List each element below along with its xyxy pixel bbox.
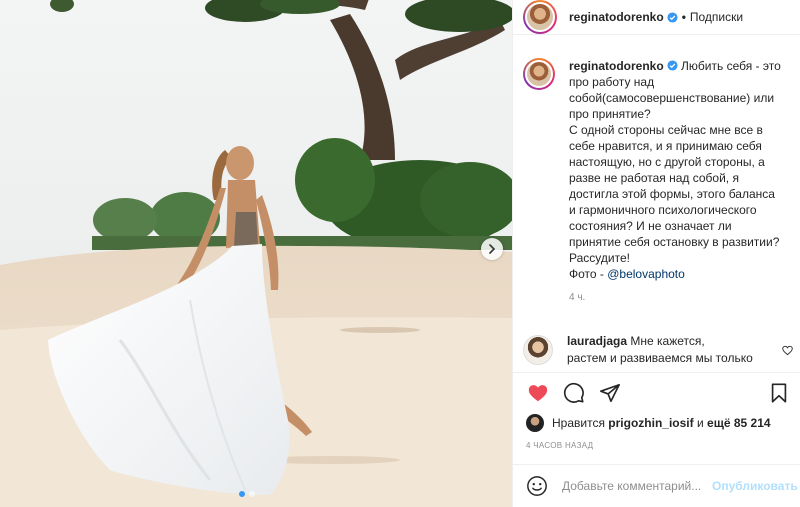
following-button[interactable]: Подписки (690, 10, 743, 24)
caption-body: reginatodorenko Любить себя - это про ра… (569, 58, 787, 306)
next-photo-button[interactable] (481, 238, 503, 260)
author-username[interactable]: reginatodorenko (569, 10, 664, 24)
like-button[interactable] (526, 381, 550, 405)
likes-prefix: Нравится (552, 416, 605, 430)
post-actions-bar (513, 372, 800, 412)
post-caption: reginatodorenko Любить себя - это про ра… (513, 58, 800, 306)
small-heart-icon[interactable] (782, 345, 793, 356)
post-timestamp[interactable]: 4 ЧАСОВ НАЗАД (526, 441, 593, 450)
caption-author-username[interactable]: reginatodorenko (569, 59, 664, 73)
instagram-post-view: reginatodorenko • Подписки reginatodoren… (0, 0, 800, 507)
heart-icon (528, 384, 548, 401)
photo-credit: Фото - @belovaphoto (569, 266, 787, 282)
chevron-right-icon (489, 244, 496, 254)
beach-photo-image (0, 0, 512, 507)
verified-icon (667, 60, 678, 71)
carousel-dot-1 (239, 491, 245, 497)
caption-text-line: собой(самосовершенствование) или (569, 91, 775, 105)
carousel-indicator (239, 491, 255, 497)
comment-text-line: Мне кажется, (630, 334, 705, 348)
caption-author-avatar[interactable] (523, 58, 555, 90)
add-comment-bar: Опубликовать (513, 464, 800, 507)
liker-username[interactable]: prigozhin_iosif (608, 416, 693, 430)
caption-text-line: про принятие? (569, 107, 651, 121)
liker-avatar[interactable] (526, 414, 544, 432)
carousel-dot-2 (249, 491, 255, 497)
post-side-panel: reginatodorenko • Подписки reginatodoren… (512, 0, 800, 507)
caption-text-line: про работу над (569, 75, 655, 89)
caption-text-line: Любить себя - это (681, 59, 781, 73)
caption-text-line: С одной стороны сейчас мне все в (569, 123, 763, 137)
share-icon (600, 383, 620, 402)
caption-text-line: принятие себя остановку в развитии? (569, 235, 780, 249)
photo-credit-prefix: Фото - (569, 267, 608, 281)
commenter-avatar[interactable] (523, 335, 553, 365)
header-separator: • (681, 10, 686, 24)
publish-button[interactable]: Опубликовать (712, 479, 798, 493)
bookmark-icon (771, 382, 787, 403)
comments-area[interactable]: reginatodorenko Любить себя - это про ра… (513, 58, 800, 370)
photographer-mention-link[interactable]: @belovaphoto (607, 267, 685, 281)
save-button[interactable] (767, 381, 791, 405)
caption-text-line: достигла этой формы, этого баланса (569, 187, 775, 201)
comment-text-line: растем и развиваемся мы только (567, 351, 753, 365)
likes-summary[interactable]: Нравится prigozhin_iosif и ещё 85 214 (526, 414, 771, 432)
comment-button[interactable] (562, 381, 586, 405)
comment-body: lauradjaga Мне кажется, растем и развива… (567, 333, 767, 367)
emoji-icon[interactable] (526, 475, 548, 497)
comment-icon (563, 382, 584, 403)
commenter-username[interactable]: lauradjaga (567, 334, 627, 348)
caption-text-line: и гармоничного психологического (569, 203, 757, 217)
likes-count[interactable]: ещё 85 214 (707, 416, 771, 430)
share-button[interactable] (598, 381, 622, 405)
comment-input[interactable] (562, 479, 708, 493)
caption-first-line: reginatodorenko Любить себя - это (569, 58, 787, 74)
post-photo[interactable] (0, 0, 512, 507)
verified-icon (667, 11, 678, 23)
comment-item: lauradjaga Мне кажется, растем и развива… (523, 333, 793, 367)
caption-text-line: настоящую, но с другой стороны, а (569, 155, 765, 169)
caption-text-line: состояния? И не означает ли (569, 219, 732, 233)
author-avatar[interactable] (523, 0, 557, 34)
post-header: reginatodorenko • Подписки (513, 0, 800, 35)
likes-and: и (696, 416, 704, 430)
caption-text-line: разве не работая над собой, я (569, 171, 739, 185)
caption-text-line: себе нравится, и я принимаю себя (569, 139, 762, 153)
caption-timestamp[interactable]: 4 ч. (569, 290, 787, 306)
caption-text-line: Рассудите! (569, 251, 630, 265)
